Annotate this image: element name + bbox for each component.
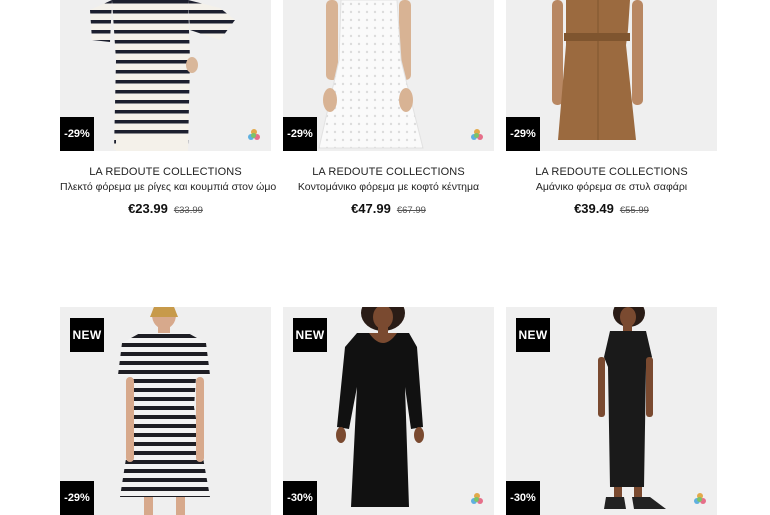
discount-badge: -29% xyxy=(60,117,94,151)
product-card[interactable]: NEW -30% xyxy=(506,307,717,515)
product-card[interactable]: -29% LA REDOUTE COLLECTIONS Πλεκτό φόρεμ… xyxy=(60,0,276,218)
product-card[interactable]: NEW -30% xyxy=(283,307,494,515)
product-card[interactable]: -29% LA REDOUTE COLLECTIONS Αμάνικο φόρε… xyxy=(506,0,717,218)
product-price: €23.99 xyxy=(128,201,168,216)
product-image[interactable]: -29% xyxy=(60,0,271,151)
product-price: €47.99 xyxy=(351,201,391,216)
product-image[interactable]: NEW -30% xyxy=(506,307,717,515)
product-price: €39.49 xyxy=(574,201,614,216)
new-badge: NEW xyxy=(70,318,104,352)
discount-badge: -30% xyxy=(506,481,540,515)
color-swatch-icon[interactable] xyxy=(471,493,483,505)
product-image[interactable]: -29% xyxy=(506,0,717,151)
product-title[interactable]: Κοντομάνικο φόρεμα με κοφτό κέντημα xyxy=(283,181,494,193)
product-card[interactable]: -29% LA REDOUTE COLLECTIONS Κοντομάνικο … xyxy=(283,0,494,218)
color-swatch-icon[interactable] xyxy=(694,493,706,505)
discount-badge: -29% xyxy=(506,117,540,151)
discount-badge: -29% xyxy=(60,481,94,515)
product-title[interactable]: Αμάνικο φόρεμα σε στυλ σαφάρι xyxy=(506,181,717,193)
product-image[interactable]: NEW -30% xyxy=(283,307,494,515)
product-card[interactable]: NEW -29% xyxy=(60,307,271,515)
color-swatch-icon[interactable] xyxy=(248,129,260,141)
product-brand[interactable]: LA REDOUTE COLLECTIONS xyxy=(283,166,494,178)
product-image[interactable]: -29% xyxy=(283,0,494,151)
discount-badge: -30% xyxy=(283,481,317,515)
color-swatch-icon[interactable] xyxy=(471,129,483,141)
product-image[interactable]: NEW -29% xyxy=(60,307,271,515)
product-old-price: €55.99 xyxy=(619,205,649,216)
product-old-price: €33.99 xyxy=(173,205,203,216)
new-badge: NEW xyxy=(516,318,550,352)
product-brand[interactable]: LA REDOUTE COLLECTIONS xyxy=(60,166,271,178)
discount-badge: -29% xyxy=(283,117,317,151)
product-title[interactable]: Πλεκτό φόρεμα με ρίγες και κουμπιά στον … xyxy=(60,181,276,193)
new-badge: NEW xyxy=(293,318,327,352)
product-brand[interactable]: LA REDOUTE COLLECTIONS xyxy=(506,166,717,178)
product-old-price: €67.99 xyxy=(396,205,426,216)
